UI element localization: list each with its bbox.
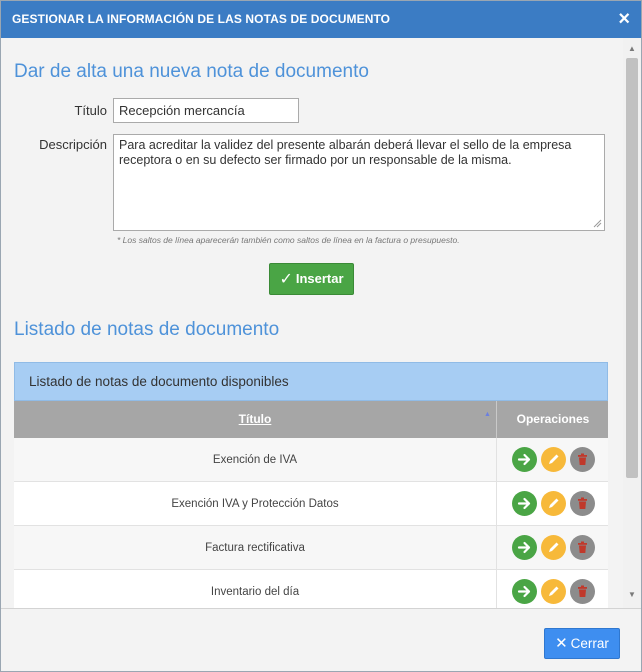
content-scrollbar[interactable]: ▲ ▼ <box>623 38 641 608</box>
row-operations <box>498 438 608 482</box>
scroll-up-icon[interactable]: ▲ <box>623 42 641 56</box>
table-row: Exención de IVA <box>14 438 608 482</box>
trash-icon[interactable] <box>570 579 595 604</box>
notes-table: Listado de notas de documento disponible… <box>14 362 608 608</box>
row-title: Inventario del día <box>14 570 497 608</box>
column-header-operaciones: Operaciones <box>516 412 590 426</box>
check-icon: ✓ <box>279 271 293 288</box>
close-button[interactable]: ✕ Cerrar <box>544 628 620 659</box>
arrow-right-icon[interactable] <box>512 447 537 472</box>
trash-icon[interactable] <box>570 491 595 516</box>
arrow-right-icon[interactable] <box>512 491 537 516</box>
close-button-icon: ✕ <box>555 635 568 652</box>
descripcion-label: Descripción <box>39 137 107 152</box>
table-row: Factura rectificativa <box>14 526 608 570</box>
scrollbar-thumb[interactable] <box>626 58 638 478</box>
line-break-note: * Los saltos de línea aparecerán también… <box>117 235 460 245</box>
list-heading: Listado de notas de documento <box>14 319 280 340</box>
table-row: Exención IVA y Protección Datos <box>14 482 608 526</box>
pencil-icon[interactable] <box>541 535 566 560</box>
column-header-titulo[interactable]: Título <box>14 401 497 438</box>
titulo-label: Título <box>74 103 107 118</box>
pencil-icon[interactable] <box>541 491 566 516</box>
trash-icon[interactable] <box>570 447 595 472</box>
table-header: Título ▲ Operaciones <box>14 401 608 438</box>
table-caption: Listado de notas de documento disponible… <box>14 362 608 401</box>
scroll-down-icon[interactable]: ▼ <box>623 588 641 602</box>
row-title: Factura rectificativa <box>14 526 497 570</box>
row-operations <box>498 482 608 526</box>
row-title: Exención de IVA <box>14 438 497 482</box>
dialog-titlebar: GESTIONAR LA INFORMACIÓN DE LAS NOTAS DE… <box>1 1 641 38</box>
descripcion-textarea[interactable]: Para acreditar la validez del presente a… <box>113 134 605 231</box>
dialog-title: GESTIONAR LA INFORMACIÓN DE LAS NOTAS DE… <box>12 12 391 26</box>
notes-dialog: GESTIONAR LA INFORMACIÓN DE LAS NOTAS DE… <box>0 0 642 672</box>
pencil-icon[interactable] <box>541 447 566 472</box>
new-note-heading: Dar de alta una nueva nota de documento <box>14 61 369 82</box>
arrow-right-icon[interactable] <box>512 535 537 560</box>
insert-label: Insertar <box>295 271 344 286</box>
close-button-label: Cerrar <box>570 636 609 651</box>
arrow-right-icon[interactable] <box>512 579 537 604</box>
row-operations <box>498 526 608 570</box>
insert-button[interactable]: ✓ Insertar <box>269 263 354 295</box>
resize-grip-icon[interactable] <box>592 218 602 228</box>
dialog-content: Dar de alta una nueva nota de documento … <box>1 38 623 608</box>
trash-icon[interactable] <box>570 535 595 560</box>
close-icon[interactable]: × <box>618 7 630 31</box>
pencil-icon[interactable] <box>541 579 566 604</box>
sort-asc-icon: ▲ <box>484 411 491 418</box>
row-operations <box>498 570 608 608</box>
row-title: Exención IVA y Protección Datos <box>14 482 497 526</box>
dialog-footer: ✕ Cerrar <box>1 608 641 671</box>
table-row: Inventario del día <box>14 570 608 608</box>
titulo-input[interactable] <box>113 98 299 123</box>
